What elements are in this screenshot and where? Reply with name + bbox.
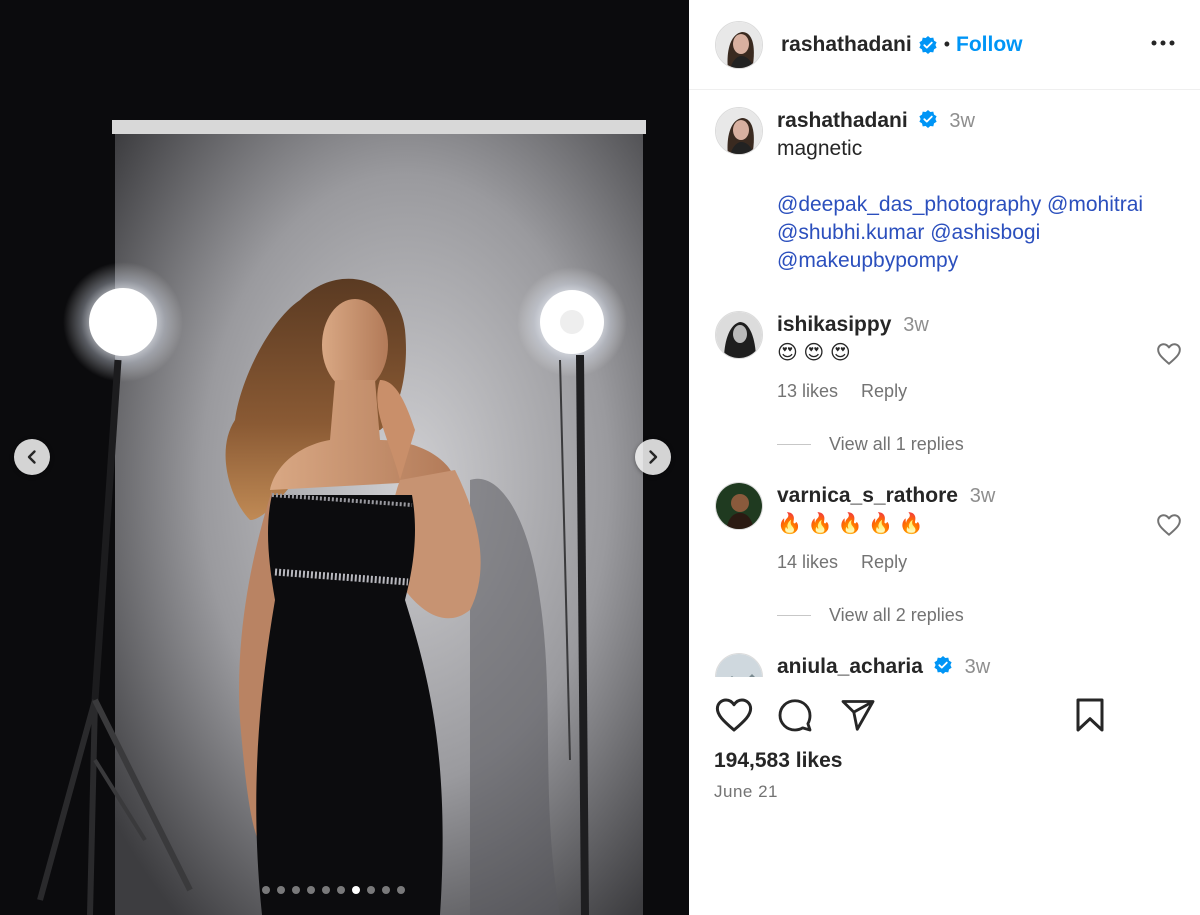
heart-icon[interactable] [1156, 342, 1182, 366]
commenter-avatar[interactable] [715, 311, 763, 359]
view-replies-button[interactable]: View all 2 replies [777, 605, 964, 626]
replies-divider [777, 444, 811, 445]
likes-count[interactable]: 194,583 likes [714, 749, 842, 773]
carousel-dot [262, 886, 270, 894]
caption-username[interactable]: rashathadani [777, 109, 908, 132]
comment-likes[interactable]: 13 likes [777, 381, 838, 401]
commenter-username[interactable]: ishikasippy [777, 313, 891, 336]
comment-time[interactable]: 3w [965, 656, 991, 677]
comment-icon[interactable] [777, 697, 813, 733]
reply-button[interactable]: Reply [861, 552, 907, 572]
chevron-left-icon [27, 450, 36, 464]
carousel-dot [322, 886, 330, 894]
mentions-line[interactable]: @deepak_das_photography @mohitrai [777, 191, 1143, 219]
commenter-username[interactable]: varnica_s_rathore [777, 484, 958, 507]
chevron-right-icon [649, 450, 658, 464]
commenter-avatar[interactable] [715, 482, 763, 530]
mentions-line[interactable]: @shubhi.kumar @ashisbogi [777, 219, 1143, 247]
post-date[interactable]: June 21 [714, 782, 778, 802]
header-separator: • [943, 34, 951, 54]
carousel-dot [292, 886, 300, 894]
action-bar [713, 697, 1133, 737]
replies-divider [777, 615, 811, 616]
carousel-dot [367, 886, 375, 894]
caption-text: magnetic [777, 137, 863, 160]
comment-text: 🔥 🔥 🔥 🔥 🔥 [777, 513, 924, 535]
carousel-indicator [262, 886, 405, 894]
comment-time[interactable]: 3w [970, 485, 996, 507]
bookmark-icon[interactable] [1073, 697, 1107, 733]
comment-item: varnica_s_rathore 3w 🔥 🔥 🔥 🔥 🔥 14 likes … [715, 482, 1175, 573]
carousel-dot [382, 886, 390, 894]
post-photo [0, 0, 689, 915]
caption-time[interactable]: 3w [949, 110, 975, 132]
view-replies-label: View all 1 replies [829, 434, 964, 454]
post-details-panel: rashathadani • Follow rashathadani 3w ma… [689, 0, 1200, 915]
verified-icon [918, 110, 937, 129]
carousel-dot [277, 886, 285, 894]
heart-icon[interactable] [715, 697, 753, 733]
author-username[interactable]: rashathadani [781, 33, 912, 57]
comment-text: 😍 😍 😍 [777, 342, 851, 364]
comment-time[interactable]: 3w [903, 314, 929, 336]
mentions-line[interactable]: @makeupbypompy [777, 247, 1143, 275]
more-icon[interactable] [1150, 30, 1176, 56]
heart-icon[interactable] [1156, 513, 1182, 537]
commenter-username[interactable]: aniula_acharia [777, 655, 923, 677]
post-header: rashathadani • Follow [689, 0, 1200, 90]
caption: rashathadani 3w magnetic @deepak_das_pho… [715, 107, 1143, 275]
carousel-dot [337, 886, 345, 894]
carousel-dot [397, 886, 405, 894]
comments-list[interactable]: rashathadani 3w magnetic @deepak_das_pho… [689, 91, 1200, 677]
view-replies-label: View all 2 replies [829, 605, 964, 625]
verified-icon [919, 35, 937, 54]
view-replies-button[interactable]: View all 1 replies [777, 434, 964, 455]
comment-item: ishikasippy 3w 😍 😍 😍 13 likes Reply [715, 311, 1175, 402]
carousel-dot-active [352, 886, 360, 894]
verified-icon [934, 656, 952, 675]
carousel-dot [307, 886, 315, 894]
author-avatar[interactable] [715, 20, 763, 69]
post-media[interactable] [0, 0, 689, 915]
caption-avatar[interactable] [715, 107, 763, 155]
previous-photo-button[interactable] [14, 439, 50, 475]
next-photo-button[interactable] [635, 439, 671, 475]
commenter-avatar[interactable] [715, 653, 763, 677]
caption-mentions: @deepak_das_photography @mohitrai @shubh… [777, 191, 1143, 275]
share-icon[interactable] [840, 697, 876, 733]
comment-item: aniula_acharia 3w [715, 653, 990, 677]
follow-button[interactable]: Follow [956, 33, 1023, 57]
reply-button[interactable]: Reply [861, 381, 907, 401]
comment-likes[interactable]: 14 likes [777, 552, 838, 572]
